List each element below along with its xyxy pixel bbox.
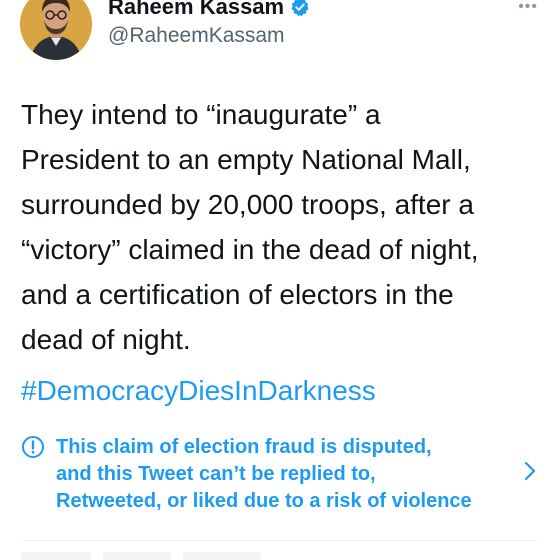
author-display-name[interactable]: Raheem Kassam — [108, 0, 284, 20]
cropped-timestamp-row — [21, 552, 341, 560]
author-handle[interactable]: @RaheemKassam — [108, 23, 285, 49]
avatar[interactable] — [20, 0, 92, 60]
tweet-text: They intend to “inaugurate” a President … — [21, 99, 479, 355]
divider — [21, 540, 539, 541]
notice-text[interactable]: This claim of election fraud is disputed… — [56, 434, 516, 515]
tweet-card: Raheem Kassam @RaheemKassam ••• They int… — [0, 0, 560, 560]
info-circle-icon — [21, 435, 45, 459]
author-name-row[interactable]: Raheem Kassam — [108, 0, 310, 20]
hashtag-link[interactable]: #DemocracyDiesInDarkness — [21, 371, 376, 411]
verified-badge-icon — [290, 0, 310, 17]
more-options-icon[interactable]: ••• — [518, 0, 538, 15]
chevron-right-icon[interactable] — [523, 460, 537, 482]
disputed-claim-notice[interactable]: This claim of election fraud is disputed… — [21, 434, 541, 514]
